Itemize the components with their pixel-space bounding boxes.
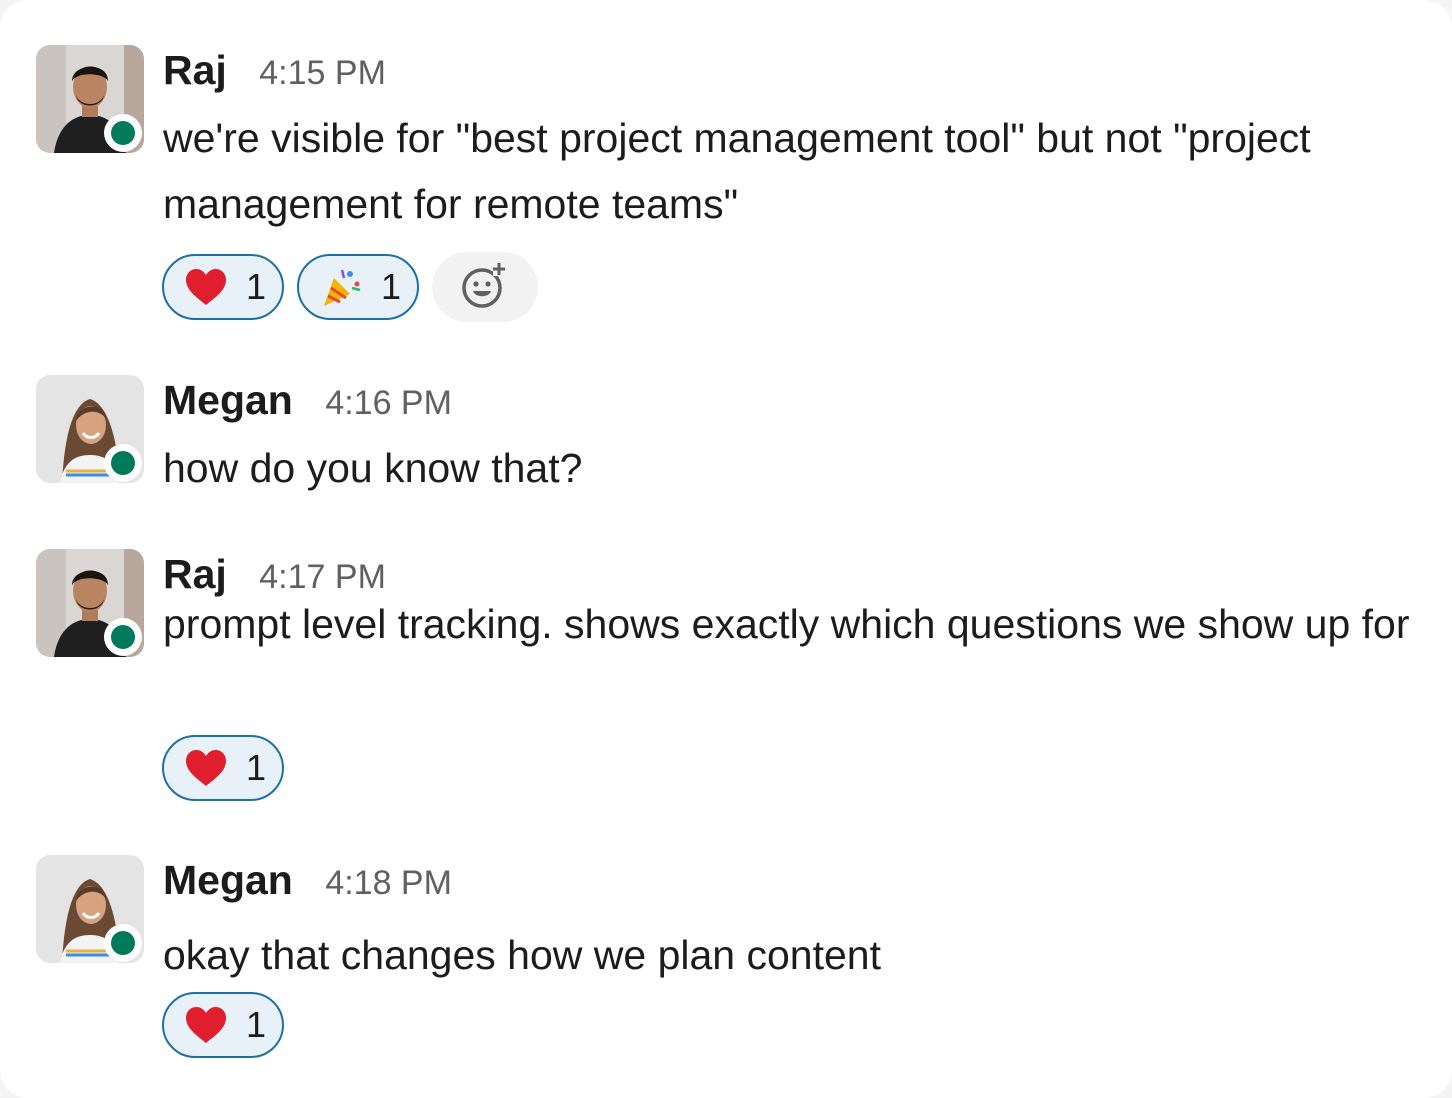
reaction-count: 1 [246,266,267,307]
add-reaction-button[interactable] [432,252,539,322]
reaction-heart[interactable]: 1 [162,735,285,801]
message-text: how do you know that? [163,445,583,491]
reaction-heart[interactable]: 1 [162,254,285,320]
message-header: Megan 4:18 PM [163,857,452,904]
reaction-bar: 1 [162,992,285,1058]
presence-indicator [104,444,142,482]
timestamp[interactable]: 4:18 PM [325,864,452,903]
timestamp[interactable]: 4:16 PM [325,384,452,423]
presence-indicator [104,618,142,656]
presence-indicator [104,114,142,152]
message-list: Raj 4:15 PM we're visible for "best proj… [0,0,1452,1098]
message-text: prompt level tracking. shows exactly whi… [163,601,1410,647]
timestamp[interactable]: 4:15 PM [259,54,386,93]
heart-icon [184,746,228,790]
reaction-count: 1 [246,1004,267,1045]
author-name[interactable]: Megan [163,377,293,424]
reaction-bar: 1 1 [162,252,539,322]
message-header: Raj 4:15 PM [163,47,386,94]
reaction-count: 1 [246,747,267,788]
heart-icon [184,265,228,309]
message-text: okay that changes how we plan content [163,932,881,978]
add-emoji-icon [460,260,510,315]
message-header: Megan 4:16 PM [163,377,452,424]
reaction-count: 1 [381,266,402,307]
reaction-heart[interactable]: 1 [162,992,285,1058]
reaction-party[interactable]: 1 [297,254,420,320]
message-text: we're visible for "best project manageme… [163,115,1311,227]
party-popper-icon [319,265,363,309]
heart-icon [184,1003,228,1047]
author-name[interactable]: Megan [163,857,293,904]
presence-indicator [104,924,142,962]
author-name[interactable]: Raj [163,47,227,94]
reaction-bar: 1 [162,735,285,801]
